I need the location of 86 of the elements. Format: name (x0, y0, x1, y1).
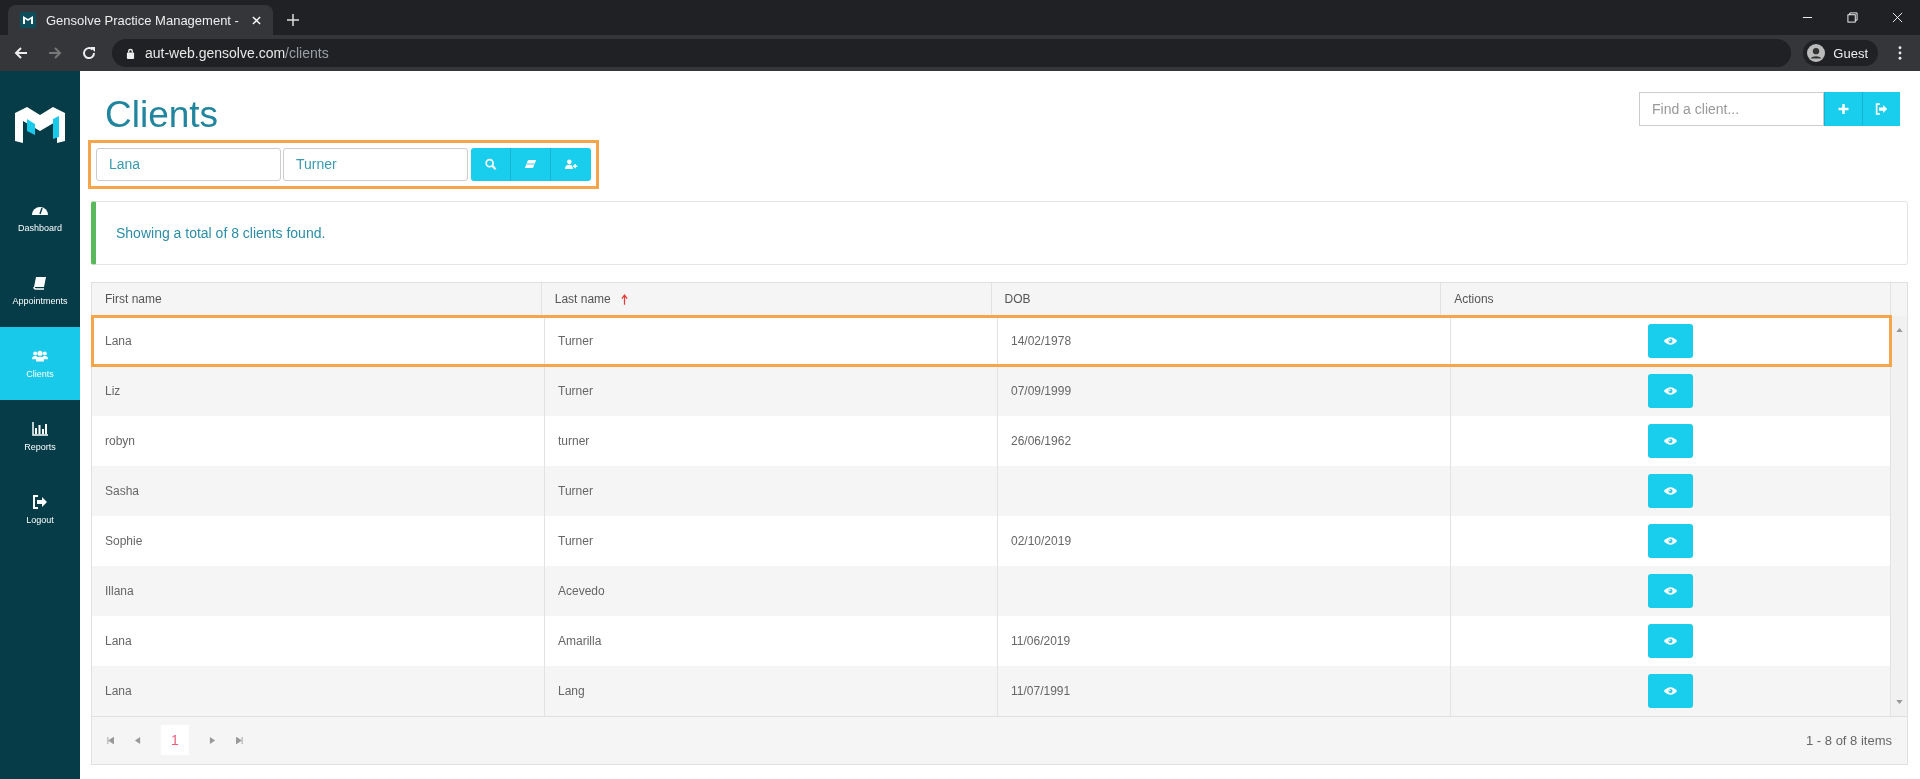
logout-icon (32, 494, 48, 509)
clear-button[interactable] (511, 147, 551, 181)
sidebar-item[interactable]: Logout (0, 473, 80, 546)
table-cell: Sasha (105, 483, 140, 498)
eye-icon (1663, 535, 1678, 546)
table-cell: 11/06/2019 (1011, 633, 1071, 648)
eye-icon (1663, 585, 1678, 596)
search-icon (484, 158, 497, 171)
add-client-button[interactable] (551, 147, 591, 181)
table-cell: 26/06/1962 (1011, 433, 1072, 448)
table-cell: Sophie (105, 533, 143, 548)
previous-page-icon[interactable] (134, 736, 141, 744)
table-cell: Acevedo (558, 583, 605, 598)
scrollbar[interactable] (1891, 315, 1907, 716)
pagination-summary: 1 - 8 of 8 items (1806, 732, 1892, 748)
logout-icon (1875, 103, 1888, 115)
address-bar[interactable]: aut-web.gensolve.com/clients (112, 39, 1792, 67)
table-cell: 14/02/1978 (1011, 333, 1072, 348)
person-icon (1807, 44, 1826, 62)
table-cell: 02/10/2019 (1011, 533, 1072, 548)
table-cell: Lang (558, 683, 585, 698)
table-cell: Amarilla (558, 633, 602, 648)
view-button[interactable] (1648, 623, 1693, 658)
plus-icon (1837, 103, 1850, 115)
table-row[interactable]: Lana Lang 11/07/1991 (92, 665, 1891, 716)
table-cell: Liz (105, 383, 121, 398)
url-text: aut-web.gensolve.com/clients (145, 45, 329, 61)
table-cell: Lana (105, 633, 132, 648)
profile-button[interactable]: Guest (1803, 40, 1878, 66)
view-button[interactable] (1648, 573, 1693, 608)
sidebar-item[interactable]: Dashboard (0, 181, 80, 254)
browser-tab[interactable]: Gensolve Practice Management - (8, 5, 273, 35)
table-cell: robyn (105, 433, 136, 448)
next-page-icon[interactable] (208, 736, 216, 744)
lock-icon (126, 47, 135, 59)
sidebar-item[interactable]: Appointments (0, 254, 80, 327)
view-button[interactable] (1648, 323, 1693, 358)
up-arrow-icon[interactable] (1895, 327, 1903, 332)
find-client-field[interactable]: Find a client... (1639, 92, 1824, 126)
first-page-icon[interactable] (107, 736, 114, 744)
search-button[interactable] (471, 147, 511, 181)
logo-icon (20, 12, 36, 28)
logout-button[interactable] (1862, 92, 1900, 126)
tab-title: Gensolve Practice Management - (46, 12, 240, 28)
table-cell: 07/09/1999 (1011, 383, 1072, 398)
book-icon (32, 275, 48, 290)
table-row[interactable]: Liz Turner 07/09/1999 (92, 365, 1891, 416)
last-name-field[interactable]: Turner (283, 147, 468, 181)
page-title: Clients (105, 95, 219, 136)
table-cell: Turner (558, 383, 593, 398)
table-cell: Turner (558, 483, 593, 498)
view-button[interactable] (1648, 473, 1693, 508)
table-row[interactable]: Lana Turner 14/02/1978 (92, 315, 1891, 366)
table-row[interactable]: Sasha Turner (92, 465, 1891, 516)
eye-icon (1663, 635, 1678, 646)
page-number[interactable]: 1 (161, 725, 189, 756)
eye-icon (1663, 685, 1678, 696)
table-cell: Illana (105, 583, 134, 598)
last-page-icon[interactable] (235, 736, 243, 744)
add-user-icon (564, 158, 578, 171)
down-arrow-icon[interactable] (1895, 699, 1903, 704)
table-cell: Lana (105, 333, 132, 348)
view-button[interactable] (1648, 373, 1693, 408)
table-cell: turner (558, 433, 590, 448)
eye-icon (1663, 335, 1678, 346)
table-cell: Turner (558, 533, 593, 548)
logo-icon (15, 107, 65, 143)
table-cell: Lana (105, 683, 132, 698)
table-cell: 11/07/1991 (1011, 683, 1071, 698)
eye-icon (1663, 385, 1678, 396)
table-cell: Turner (558, 333, 593, 348)
view-button[interactable] (1648, 673, 1693, 708)
close-icon[interactable] (252, 15, 261, 25)
eye-icon (1663, 435, 1678, 446)
alert-text: Showing a total of 8 clients found. (116, 224, 326, 241)
view-button[interactable] (1648, 423, 1693, 458)
view-button[interactable] (1648, 523, 1693, 558)
eye-icon (1663, 485, 1678, 496)
sidebar-item[interactable]: Reports (0, 400, 80, 473)
table-row[interactable]: Illana Acevedo (92, 565, 1891, 616)
plus-icon[interactable] (287, 14, 299, 26)
first-name-field[interactable]: Lana (96, 147, 281, 181)
bar-chart-icon (32, 421, 48, 436)
add-button[interactable] (1824, 92, 1862, 126)
users-icon (32, 348, 48, 363)
eraser-icon (524, 158, 537, 171)
